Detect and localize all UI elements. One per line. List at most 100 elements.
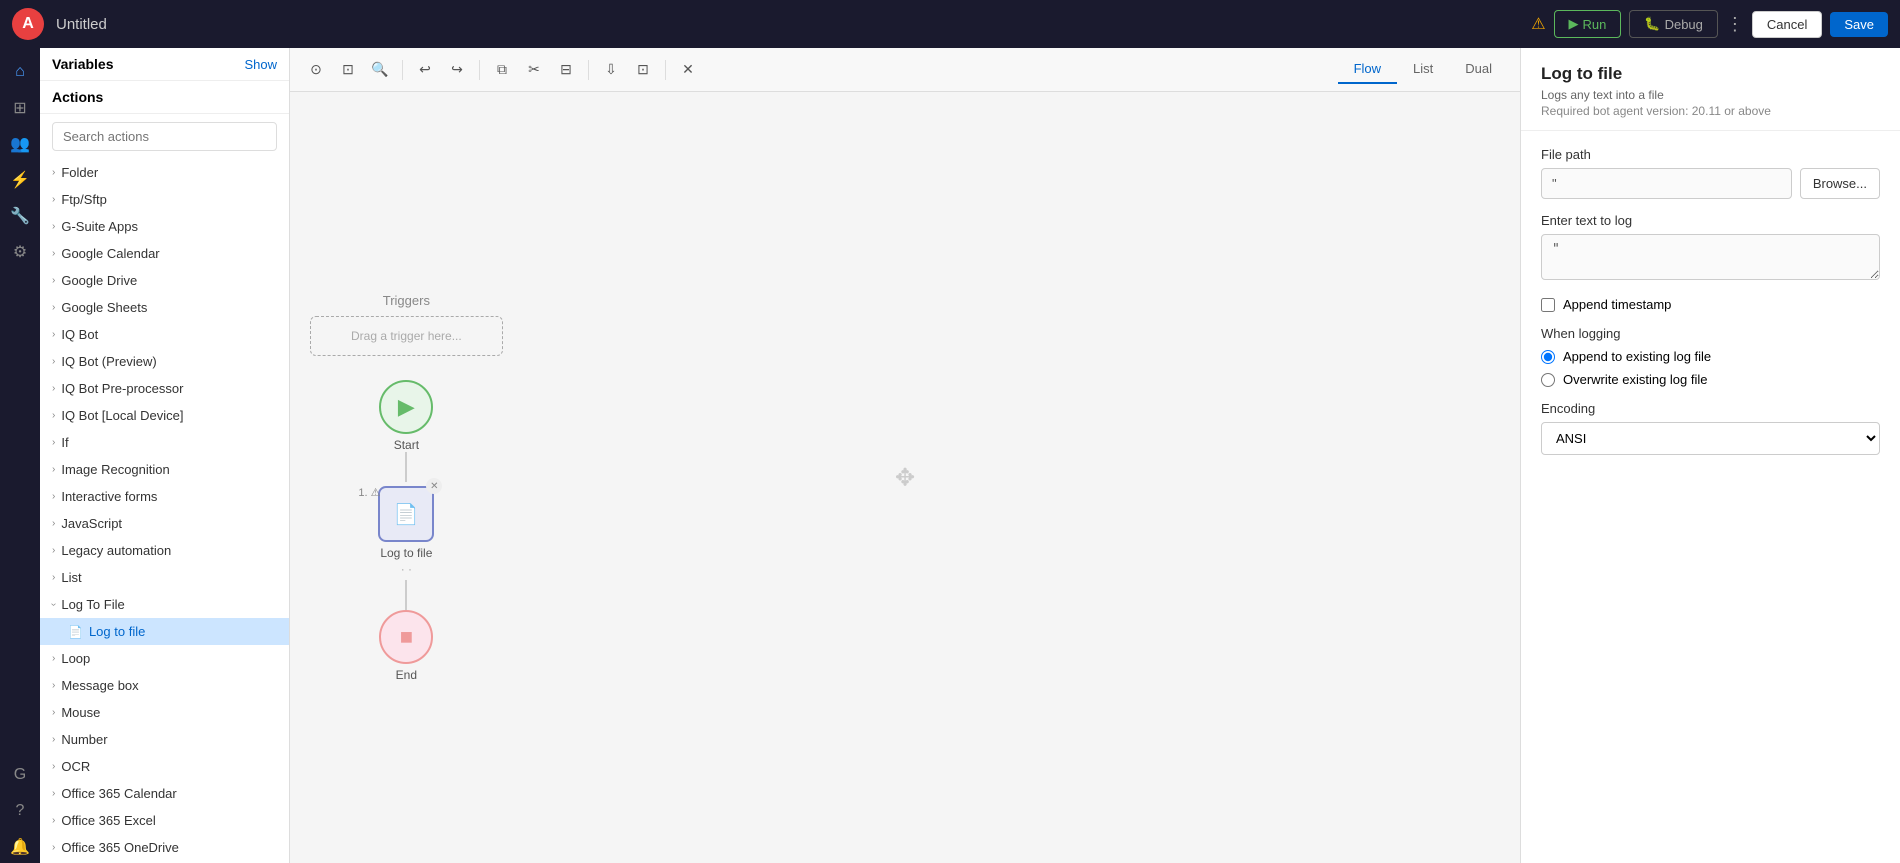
search-actions-input[interactable] [52, 122, 277, 151]
left-sidebar-icons: ⌂ ⊞ 👥 ⚡ 🔧 ⚙ G ? 🔔 [0, 48, 40, 863]
start-node: ▶ Start [379, 380, 433, 452]
append-existing-radio[interactable] [1541, 350, 1555, 364]
action-group-folder[interactable]: › Folder [40, 159, 289, 186]
topbar: A Untitled ⚠ ▶ Run 🐛 Debug ⋮ Cancel Save [0, 0, 1900, 48]
variables-show-button[interactable]: Show [244, 57, 277, 72]
action-group-o365-excel[interactable]: › Office 365 Excel [40, 807, 289, 834]
overwrite-existing-label: Overwrite existing log file [1563, 372, 1708, 387]
redo-button[interactable]: ↪ [443, 56, 471, 84]
flow-canvas[interactable]: Triggers Drag a trigger here... ▶ Start … [290, 92, 1520, 863]
append-existing-label: Append to existing log file [1563, 349, 1711, 364]
move-down-button[interactable]: ⇩ [597, 56, 625, 84]
undo-button[interactable]: ↩ [411, 56, 439, 84]
cancel-button[interactable]: Cancel [1752, 11, 1822, 38]
file-path-input[interactable] [1541, 168, 1792, 199]
cursor-tool[interactable]: ⊙ [302, 56, 330, 84]
action-group-iqbot-preprocessor[interactable]: › IQ Bot Pre-processor [40, 375, 289, 402]
enter-text-label: Enter text to log [1541, 213, 1880, 228]
step-number: 1. ⚠ [358, 486, 380, 499]
action-group-o365-onedrive[interactable]: › Office 365 OneDrive [40, 834, 289, 861]
log-node-label: Log to file [380, 546, 432, 560]
action-group-log-to-file[interactable]: › Log To File [40, 591, 289, 618]
clear-button[interactable]: ✕ [674, 56, 702, 84]
tab-flow[interactable]: Flow [1338, 55, 1397, 84]
trigger-drop-zone[interactable]: Drag a trigger here... [310, 316, 503, 356]
log-node-box[interactable]: 📄 [378, 486, 434, 542]
topbar-actions: ⚠ ▶ Run 🐛 Debug ⋮ Cancel Save [1531, 10, 1888, 38]
action-group-list[interactable]: › List [40, 564, 289, 591]
activity-icon[interactable]: ⚡ [4, 164, 36, 196]
overwrite-existing-radio[interactable] [1541, 373, 1555, 387]
tab-dual[interactable]: Dual [1449, 55, 1508, 84]
action-group-iqbot-local[interactable]: › IQ Bot [Local Device] [40, 402, 289, 429]
action-group-loop[interactable]: › Loop [40, 645, 289, 672]
action-group-interactive-forms[interactable]: › Interactive forms [40, 483, 289, 510]
action-group-ftpsftp[interactable]: › Ftp/Sftp [40, 186, 289, 213]
action-group-message-box[interactable]: › Message box [40, 672, 289, 699]
actions-panel: Variables Show Actions › Folder › Ftp/Sf… [40, 48, 290, 863]
arrange-button[interactable]: ⊡ [629, 56, 657, 84]
box-select-tool[interactable]: ⊡ [334, 56, 362, 84]
encoding-select[interactable]: ANSI UTF-8 UTF-16 ASCII [1541, 422, 1880, 455]
action-group-if[interactable]: › If [40, 429, 289, 456]
action-group-gcalendar[interactable]: › Google Calendar [40, 240, 289, 267]
file-path-row: Browse... [1541, 168, 1880, 199]
people-icon[interactable]: 👥 [4, 128, 36, 160]
right-panel: Log to file Logs any text into a file Re… [1520, 48, 1900, 863]
help-icon[interactable]: ? [4, 795, 36, 827]
action-group-gsheets[interactable]: › Google Sheets [40, 294, 289, 321]
when-logging-label: When logging [1541, 326, 1880, 341]
more-button[interactable]: ⋮ [1726, 14, 1744, 35]
chevron-right-icon: › [52, 815, 55, 826]
group-label: Office 365 OneDrive [61, 840, 179, 855]
start-circle: ▶ [379, 380, 433, 434]
action-group-image-recognition[interactable]: › Image Recognition [40, 456, 289, 483]
actions-list: › Folder › Ftp/Sftp › G-Suite Apps › Goo… [40, 159, 289, 863]
browse-button[interactable]: Browse... [1800, 168, 1880, 199]
chevron-right-icon: › [52, 329, 55, 340]
action-group-legacy[interactable]: › Legacy automation [40, 537, 289, 564]
group-label: IQ Bot (Preview) [61, 354, 156, 369]
action-group-gdrive[interactable]: › Google Drive [40, 267, 289, 294]
notifications-icon[interactable]: 🔔 [4, 831, 36, 863]
delete-button[interactable]: ⊟ [552, 56, 580, 84]
group-label: G-Suite Apps [61, 219, 138, 234]
action-group-gsuite[interactable]: › G-Suite Apps [40, 213, 289, 240]
run-button[interactable]: ▶ Run [1554, 10, 1622, 38]
log-to-file-node[interactable]: 1. ⚠ 📄 ✕ Log to file · · [378, 486, 434, 576]
group-label: Log To File [61, 597, 124, 612]
action-group-ocr[interactable]: › OCR [40, 753, 289, 780]
group-label: IQ Bot Pre-processor [61, 381, 183, 396]
group-label: Google Sheets [61, 300, 147, 315]
append-timestamp-label: Append timestamp [1563, 297, 1671, 312]
cut-button[interactable]: ✂ [520, 56, 548, 84]
group-label: JavaScript [61, 516, 122, 531]
enter-text-input[interactable]: " [1541, 234, 1880, 280]
zoom-tool[interactable]: 🔍 [366, 56, 394, 84]
copy-button[interactable]: ⧉ [488, 56, 516, 84]
end-label: End [396, 668, 417, 682]
user-icon[interactable]: G [4, 759, 36, 791]
save-button[interactable]: Save [1830, 12, 1888, 37]
action-item-log-to-file[interactable]: 📄 Log to file [40, 618, 289, 645]
flow-nodes: Triggers Drag a trigger here... ▶ Start … [310, 273, 503, 682]
home-icon[interactable]: ⌂ [4, 56, 36, 88]
group-label: List [61, 570, 81, 585]
puzzle-icon[interactable]: 🔧 [4, 200, 36, 232]
settings-icon[interactable]: ⚙ [4, 236, 36, 268]
debug-button[interactable]: 🐛 Debug [1629, 10, 1718, 38]
action-group-o365-calendar[interactable]: › Office 365 Calendar [40, 780, 289, 807]
action-group-mouse[interactable]: › Mouse [40, 699, 289, 726]
right-panel-desc: Logs any text into a file [1541, 88, 1880, 102]
close-node-button[interactable]: ✕ [426, 478, 442, 494]
action-group-javascript[interactable]: › JavaScript [40, 510, 289, 537]
run-label: Run [1583, 17, 1607, 32]
action-group-iqbot[interactable]: › IQ Bot [40, 321, 289, 348]
action-group-iqbot-preview[interactable]: › IQ Bot (Preview) [40, 348, 289, 375]
action-group-number[interactable]: › Number [40, 726, 289, 753]
grid-icon[interactable]: ⊞ [4, 92, 36, 124]
tab-list[interactable]: List [1397, 55, 1449, 84]
start-label: Start [394, 438, 419, 452]
group-label: Google Drive [61, 273, 137, 288]
append-timestamp-checkbox[interactable] [1541, 298, 1555, 312]
